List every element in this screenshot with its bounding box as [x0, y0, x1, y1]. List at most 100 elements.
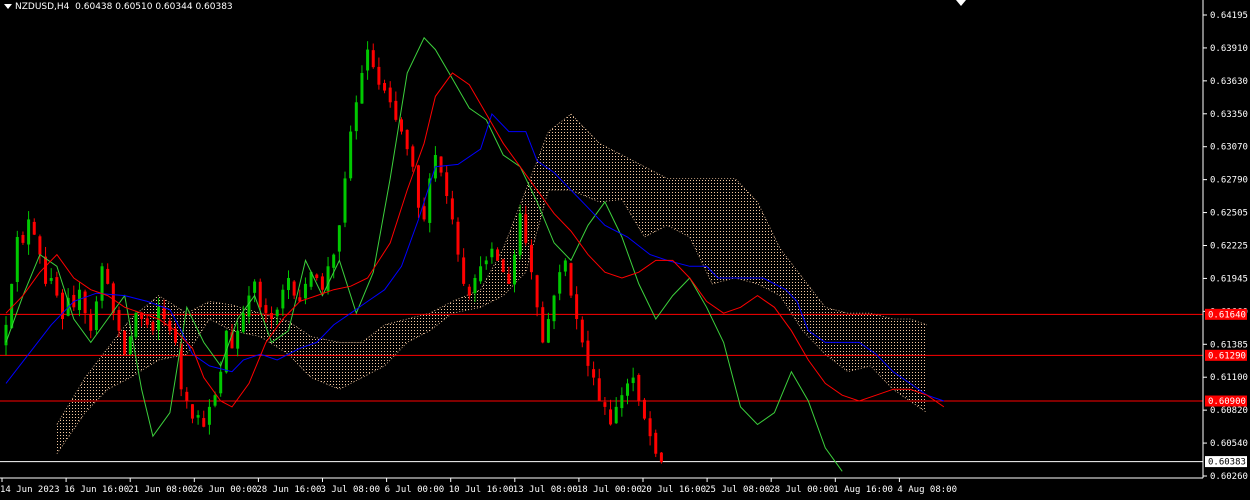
bear-candle	[648, 418, 652, 437]
time-tick-label: 25 Jul 08:00	[705, 485, 770, 495]
candles	[4, 41, 663, 464]
bear-candle	[44, 256, 48, 284]
price-tick-label: 0.62790	[1210, 176, 1248, 186]
price-tick-label: 0.64195	[1210, 11, 1248, 21]
bull-candle	[219, 371, 223, 394]
bull-candle	[484, 260, 488, 265]
bull-candle	[473, 278, 477, 294]
bull-candle	[27, 219, 31, 245]
bull-candle	[354, 102, 358, 132]
bull-candle	[360, 72, 364, 104]
price-tick-label: 0.61385	[1210, 340, 1248, 350]
time-tick-label: 13 Jul 08:00	[513, 485, 578, 495]
price-chart[interactable]: 0.64195 0.63910 0.63630 0.63350 0.63070 0.627…	[0, 0, 1250, 500]
time-tick-label: 20 Jul 16:00	[641, 485, 706, 495]
bear-candle	[202, 418, 206, 427]
bull-candle	[326, 266, 330, 291]
chart-window[interactable]: 0.64195 0.63910 0.63630 0.63350 0.63070 0.627…	[0, 0, 1250, 500]
time-tick-label: 10 Jul 16:00	[449, 485, 514, 495]
bear-candle	[270, 313, 274, 320]
time-tick-label: 14 Jun 2023	[0, 485, 60, 495]
price-axis: 0.64195 0.63910 0.63630 0.63350 0.63070 0.627…	[1203, 11, 1248, 482]
time-tick-label: 16 Jun 16:00	[64, 485, 129, 495]
time-tick-label: 28 Jun 16:00	[256, 485, 321, 495]
bear-candle	[569, 263, 573, 296]
bull-candle	[552, 295, 556, 322]
price-tick-label: 0.60820	[1210, 406, 1248, 416]
bear-candle	[377, 66, 381, 85]
time-tick-label: 18 Jul 00:00	[577, 485, 642, 495]
bear-candle	[258, 281, 262, 308]
bull-candle	[100, 266, 104, 301]
bear-candle	[659, 452, 663, 462]
ohlc-low: 0.60344	[155, 2, 193, 12]
bull-candle	[614, 406, 618, 424]
bear-candle	[411, 146, 415, 167]
bear-candle	[32, 221, 36, 235]
bear-candle	[190, 404, 194, 419]
bull-candle	[15, 237, 19, 282]
bull-candle	[253, 281, 257, 293]
bear-candle	[55, 277, 59, 296]
bear-candle	[117, 310, 121, 331]
price-tick-label: 0.60540	[1210, 439, 1248, 449]
bear-candle	[450, 198, 454, 220]
axes	[0, 0, 1204, 479]
price-tick-label: 0.61100	[1210, 373, 1248, 383]
price-line-tag-label: 0.61290	[1208, 351, 1246, 361]
bull-candle	[349, 131, 353, 179]
bull-candle	[275, 309, 279, 317]
bear-candle	[38, 236, 42, 255]
bear-candle	[586, 340, 590, 366]
bear-candle	[592, 369, 596, 378]
bull-candle	[479, 266, 483, 282]
bear-candle	[422, 206, 426, 220]
ohlc-close: 0.60383	[195, 2, 233, 12]
bear-candle	[501, 259, 505, 273]
bull-candle	[196, 415, 200, 418]
time-tick-label: 6 Jul 00:00	[385, 485, 445, 495]
symbol-header: NZDUSD,H4 0.60438 0.60510 0.60344 0.6038…	[4, 2, 233, 12]
price-tick-label: 0.63630	[1210, 77, 1248, 87]
time-tick-label: 21 Jun 08:00	[128, 485, 193, 495]
bear-candle	[462, 257, 466, 284]
bear-candle	[580, 319, 584, 343]
bull-candle	[490, 248, 494, 258]
price-tick-label: 0.63070	[1210, 143, 1248, 153]
bull-candle	[213, 395, 217, 406]
bear-candle	[416, 165, 420, 208]
bull-candle	[303, 283, 307, 299]
bear-candle	[603, 402, 607, 407]
bull-candle	[128, 336, 132, 354]
bear-candle	[467, 286, 471, 296]
bear-candle	[315, 274, 319, 279]
bull-candle	[546, 319, 550, 343]
price-line-tag-label: 0.61640	[1208, 310, 1246, 320]
price-tick-label: 0.60260	[1210, 472, 1248, 482]
bear-candle	[394, 100, 398, 120]
bull-candle	[236, 330, 240, 349]
bear-candle	[496, 249, 500, 261]
bear-candle	[145, 318, 149, 325]
price-line-tag-label: 0.60900	[1208, 397, 1246, 407]
time-axis: 14 Jun 2023 16 Jun 16:00 21 Jun 08:00 26 Ju…	[0, 478, 957, 495]
bear-candle	[642, 399, 646, 419]
bear-candle	[529, 244, 533, 273]
cloud-area	[56, 114, 927, 454]
symbol-timeframe: NZDUSD,H4	[15, 2, 70, 12]
time-tick-label: 3 Jul 08:00	[321, 485, 381, 495]
bear-candle	[654, 432, 658, 454]
bear-candle	[609, 409, 613, 425]
current-price-tag-label: 0.60383	[1208, 458, 1246, 468]
bull-candle	[287, 278, 290, 291]
chart-shift-marker-icon[interactable]	[956, 0, 966, 6]
bull-candle	[366, 49, 370, 71]
bear-candle	[575, 294, 579, 320]
bull-candle	[281, 289, 285, 309]
dropdown-triangle-icon[interactable]	[4, 4, 12, 9]
price-tick-label: 0.62505	[1210, 209, 1248, 219]
bull-candle	[247, 295, 251, 317]
bull-candle	[134, 313, 138, 338]
bear-candle	[535, 275, 539, 308]
bull-candle	[563, 260, 567, 272]
